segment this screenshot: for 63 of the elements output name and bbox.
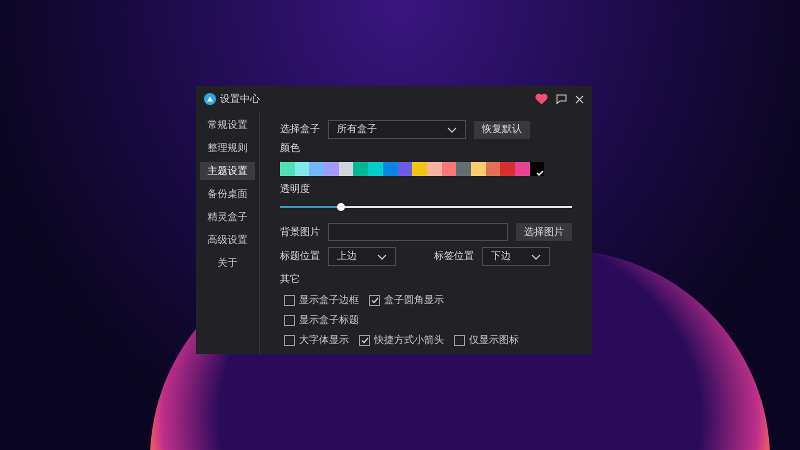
- chevron-down-icon: [531, 254, 541, 260]
- color-swatch[interactable]: [456, 162, 471, 176]
- check-icon: [370, 297, 378, 304]
- restore-default-button[interactable]: 恢复默认: [474, 120, 530, 138]
- field-label: 选择盒子: [280, 122, 320, 137]
- color-swatch[interactable]: [412, 162, 427, 176]
- color-swatch[interactable]: [353, 162, 368, 176]
- sidebar-item[interactable]: 关于: [200, 254, 255, 272]
- color-swatch[interactable]: [398, 162, 412, 176]
- checkbox-label: 显示盒子标题: [299, 314, 359, 328]
- chat-icon[interactable]: [556, 94, 567, 104]
- chevron-down-icon: [377, 254, 387, 260]
- checkbox[interactable]: [359, 335, 370, 346]
- section-label: 其它: [280, 272, 301, 287]
- dropdown[interactable]: 下边: [482, 247, 550, 266]
- color-swatch[interactable]: [515, 162, 530, 176]
- color-swatch[interactable]: [338, 162, 354, 176]
- color-swatch[interactable]: [470, 162, 486, 176]
- color-swatch[interactable]: [294, 162, 310, 176]
- sidebar-item[interactable]: 常规设置: [200, 116, 255, 134]
- checkbox-label: 快捷方式小箭头: [374, 334, 444, 348]
- color-swatch[interactable]: [500, 162, 515, 176]
- checkbox[interactable]: [284, 295, 295, 306]
- dropdown[interactable]: 所有盒子: [328, 120, 466, 139]
- color-swatch[interactable]: [442, 162, 456, 176]
- field-label: 标签位置: [434, 250, 474, 264]
- color-swatch[interactable]: [382, 162, 398, 176]
- choose-image-button[interactable]: 选择图片: [516, 223, 572, 241]
- field-label: 背景图片: [280, 226, 320, 240]
- checkbox-label: 仅显示图标: [469, 334, 519, 348]
- color-swatch[interactable]: [486, 162, 500, 176]
- color-swatch[interactable]: [368, 162, 383, 176]
- checkbox[interactable]: [284, 315, 295, 326]
- checkbox[interactable]: [454, 335, 465, 346]
- app-logo-icon: [204, 93, 216, 105]
- color-swatch[interactable]: [426, 162, 442, 176]
- sidebar-item[interactable]: 备份桌面: [200, 185, 255, 203]
- sidebar-item[interactable]: 高级设置: [200, 231, 255, 249]
- window-title: 设置中心: [220, 92, 260, 106]
- dropdown[interactable]: 上边: [328, 247, 396, 266]
- checkbox[interactable]: [369, 295, 380, 306]
- section-label: 透明度: [280, 182, 311, 197]
- checkbox-label: 显示盒子边框: [299, 294, 359, 308]
- check-icon: [360, 337, 368, 344]
- field-label: 标题位置: [280, 250, 320, 264]
- opacity-slider[interactable]: [280, 203, 572, 211]
- color-swatch[interactable]: [530, 162, 544, 176]
- color-swatch[interactable]: [280, 162, 295, 176]
- checkbox-label: 盒子圆角显示: [384, 294, 444, 308]
- heart-icon[interactable]: [535, 93, 548, 105]
- color-swatch[interactable]: [324, 162, 339, 176]
- sidebar-item[interactable]: 整理规则: [200, 139, 255, 157]
- checkbox[interactable]: [284, 335, 295, 346]
- section-label: 颜色: [280, 142, 301, 156]
- color-swatch[interactable]: [309, 162, 324, 176]
- image-path-field[interactable]: [328, 223, 508, 241]
- check-icon: [536, 170, 544, 176]
- close-icon[interactable]: [575, 94, 584, 104]
- slider-thumb[interactable]: [337, 203, 346, 211]
- chevron-down-icon: [447, 126, 457, 132]
- sidebar-item[interactable]: 精灵盒子: [200, 208, 255, 226]
- checkbox-label: 大字体显示: [299, 334, 349, 348]
- sidebar-item[interactable]: 主题设置: [200, 162, 255, 180]
